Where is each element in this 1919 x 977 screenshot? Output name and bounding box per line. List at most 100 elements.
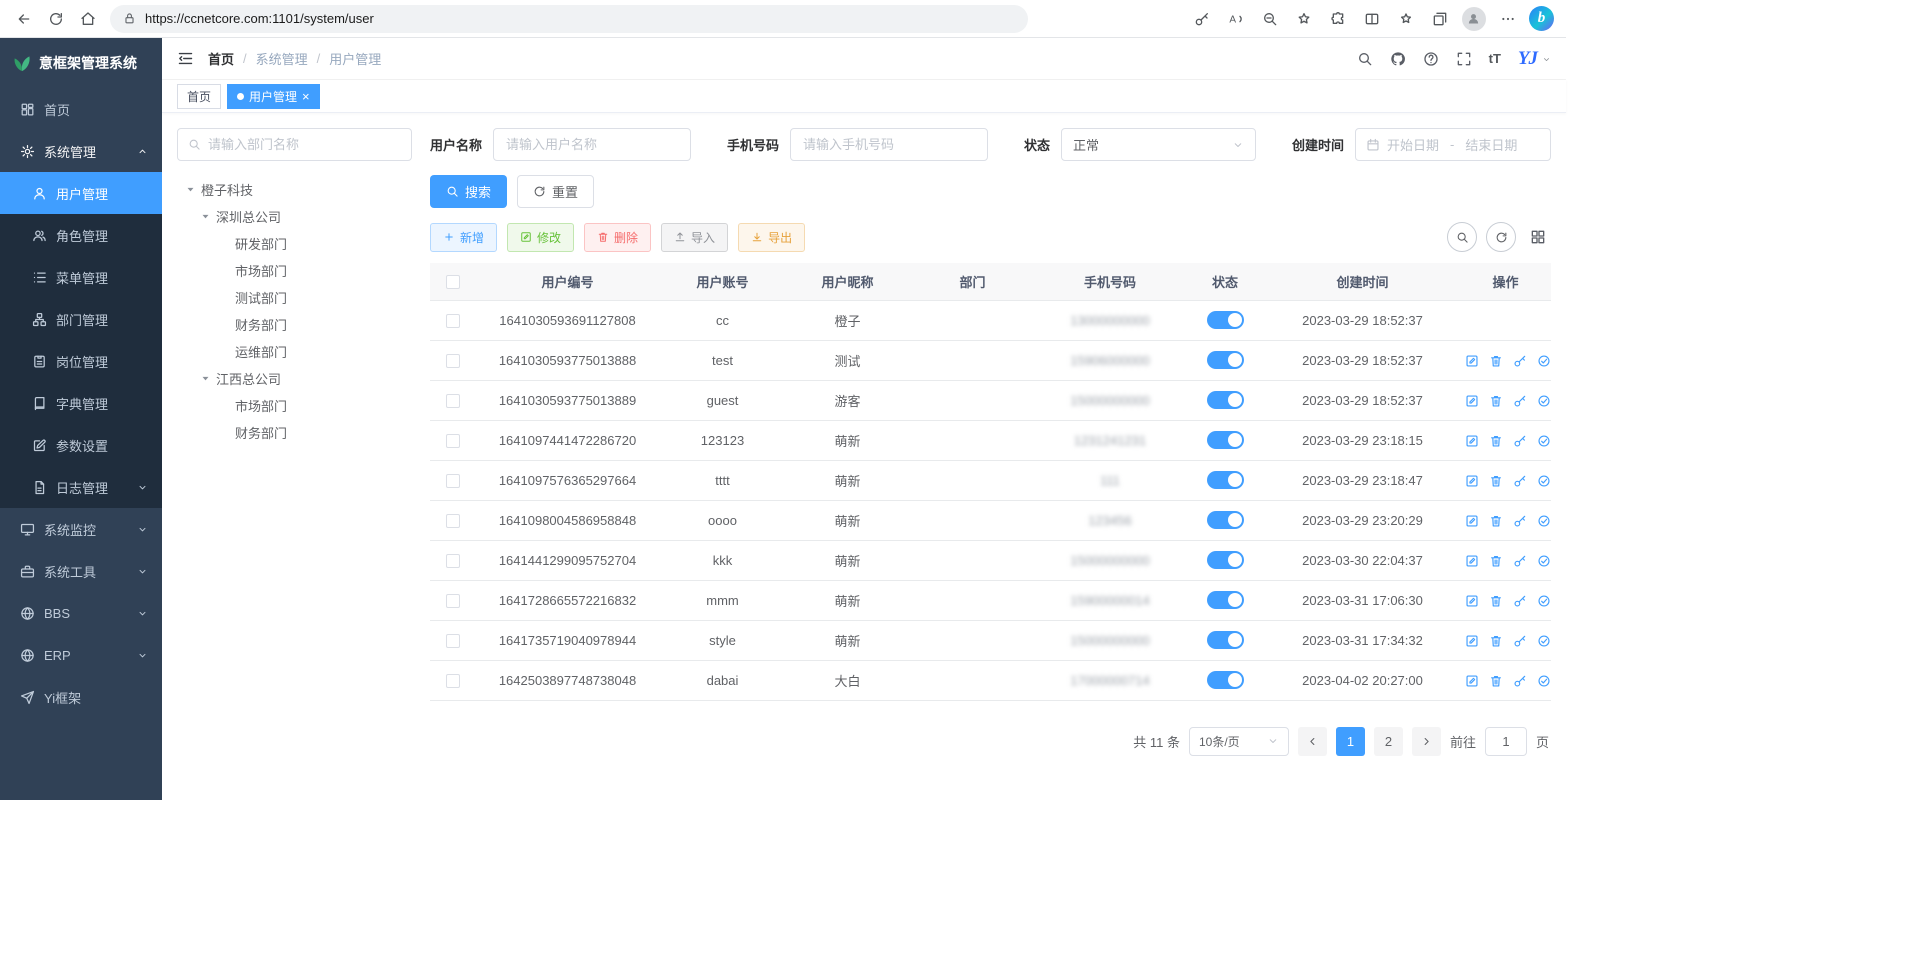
sidebar-item-system-management[interactable]: 系统管理 (0, 130, 162, 172)
favorite-add-icon[interactable] (1289, 4, 1318, 34)
export-button[interactable]: 导出 (738, 223, 805, 252)
assign-role-icon[interactable] (1537, 554, 1551, 568)
sidebar-item-post-management[interactable]: 岗位管理 (0, 340, 162, 382)
status-toggle[interactable] (1207, 511, 1244, 529)
sidebar-item-system-monitor[interactable]: 系统监控 (0, 508, 162, 550)
back-icon[interactable] (8, 4, 40, 34)
username-input[interactable] (493, 128, 691, 161)
row-checkbox[interactable] (446, 394, 460, 408)
collapse-sidebar-icon[interactable] (177, 50, 194, 67)
delete-icon[interactable] (1489, 474, 1503, 488)
sidebar-item-bbs[interactable]: BBS (0, 592, 162, 634)
status-select[interactable]: 正常 (1061, 128, 1256, 161)
status-toggle[interactable] (1207, 551, 1244, 569)
status-toggle[interactable] (1207, 591, 1244, 609)
sidebar-item-yi-framework[interactable]: Yi框架 (0, 676, 162, 718)
reset-password-icon[interactable] (1513, 474, 1527, 488)
assign-role-icon[interactable] (1537, 674, 1551, 688)
phone-input[interactable] (790, 128, 988, 161)
row-checkbox[interactable] (446, 474, 460, 488)
edit-icon[interactable] (1465, 594, 1479, 608)
home-icon[interactable] (72, 4, 104, 34)
sidebar-item-home[interactable]: 首页 (0, 88, 162, 130)
profile-avatar[interactable] (1459, 4, 1488, 34)
delete-icon[interactable] (1489, 514, 1503, 528)
edit-icon[interactable] (1465, 514, 1479, 528)
edit-button[interactable]: 修改 (507, 223, 574, 252)
row-checkbox[interactable] (446, 514, 460, 528)
delete-icon[interactable] (1489, 394, 1503, 408)
status-toggle[interactable] (1207, 631, 1244, 649)
status-toggle[interactable] (1207, 311, 1244, 329)
date-range-picker[interactable]: 开始日期 - 结束日期 (1355, 128, 1551, 161)
favorites-bar-icon[interactable] (1391, 4, 1420, 34)
status-toggle[interactable] (1207, 671, 1244, 689)
sidebar-item-dept-management[interactable]: 部门管理 (0, 298, 162, 340)
user-avatar[interactable]: YJ (1518, 48, 1537, 70)
zoom-out-icon[interactable] (1255, 4, 1284, 34)
sidebar-item-erp[interactable]: ERP (0, 634, 162, 676)
assign-role-icon[interactable] (1537, 394, 1551, 408)
tree-node[interactable]: 运维部门 (177, 338, 412, 365)
sidebar-item-user-management[interactable]: 用户管理 (0, 172, 162, 214)
font-size-icon[interactable]: tT (1489, 51, 1501, 67)
sidebar-item-menu-management[interactable]: 菜单管理 (0, 256, 162, 298)
tree-node[interactable]: 研发部门 (177, 230, 412, 257)
collections-icon[interactable] (1425, 4, 1454, 34)
assign-role-icon[interactable] (1537, 634, 1551, 648)
question-icon[interactable] (1423, 51, 1439, 67)
row-checkbox[interactable] (446, 674, 460, 688)
row-checkbox[interactable] (446, 594, 460, 608)
tree-node[interactable]: 江西总公司 (177, 365, 412, 392)
reset-password-icon[interactable] (1513, 434, 1527, 448)
tree-node[interactable]: 市场部门 (177, 257, 412, 284)
delete-icon[interactable] (1489, 554, 1503, 568)
row-checkbox[interactable] (446, 354, 460, 368)
column-settings-button[interactable] (1525, 224, 1551, 250)
edit-icon[interactable] (1465, 474, 1479, 488)
row-checkbox[interactable] (446, 634, 460, 648)
prev-page-button[interactable] (1298, 727, 1327, 756)
row-checkbox[interactable] (446, 434, 460, 448)
tree-node[interactable]: 财务部门 (177, 419, 412, 446)
breadcrumb-item[interactable]: 首页 (208, 49, 234, 68)
delete-icon[interactable] (1489, 434, 1503, 448)
next-page-button[interactable] (1412, 727, 1441, 756)
copilot-icon[interactable]: b (1527, 4, 1556, 34)
caret-down-icon[interactable] (200, 211, 211, 222)
sidebar-item-log-management[interactable]: 日志管理 (0, 466, 162, 508)
read-aloud-icon[interactable]: A (1221, 4, 1250, 34)
extensions-icon[interactable] (1323, 4, 1352, 34)
reset-password-icon[interactable] (1513, 634, 1527, 648)
edit-icon[interactable] (1465, 434, 1479, 448)
edit-icon[interactable] (1465, 354, 1479, 368)
address-bar[interactable]: https://ccnetcore.com:1101/system/user (110, 5, 1028, 33)
status-toggle[interactable] (1207, 431, 1244, 449)
reset-password-icon[interactable] (1513, 594, 1527, 608)
delete-icon[interactable] (1489, 354, 1503, 368)
add-button[interactable]: 新增 (430, 223, 497, 252)
status-toggle[interactable] (1207, 351, 1244, 369)
tree-node[interactable]: 深圳总公司 (177, 203, 412, 230)
assign-role-icon[interactable] (1537, 434, 1551, 448)
status-toggle[interactable] (1207, 471, 1244, 489)
row-checkbox[interactable] (446, 314, 460, 328)
delete-icon[interactable] (1489, 634, 1503, 648)
reset-password-icon[interactable] (1513, 674, 1527, 688)
tree-node[interactable]: 测试部门 (177, 284, 412, 311)
tab-home[interactable]: 首页 (177, 84, 221, 109)
key-icon[interactable] (1187, 4, 1216, 34)
more-icon[interactable] (1493, 4, 1522, 34)
reset-password-icon[interactable] (1513, 554, 1527, 568)
search-button[interactable]: 搜索 (430, 175, 507, 208)
sidebar-item-dict-management[interactable]: 字典管理 (0, 382, 162, 424)
delete-button[interactable]: 删除 (584, 223, 651, 252)
delete-icon[interactable] (1489, 674, 1503, 688)
reset-password-icon[interactable] (1513, 394, 1527, 408)
reset-password-icon[interactable] (1513, 354, 1527, 368)
toggle-search-button[interactable] (1447, 222, 1477, 252)
app-logo[interactable]: 意框架管理系统 (0, 38, 162, 88)
row-checkbox[interactable] (446, 554, 460, 568)
tree-node[interactable]: 橙子科技 (177, 176, 412, 203)
search-icon[interactable] (1357, 51, 1373, 67)
